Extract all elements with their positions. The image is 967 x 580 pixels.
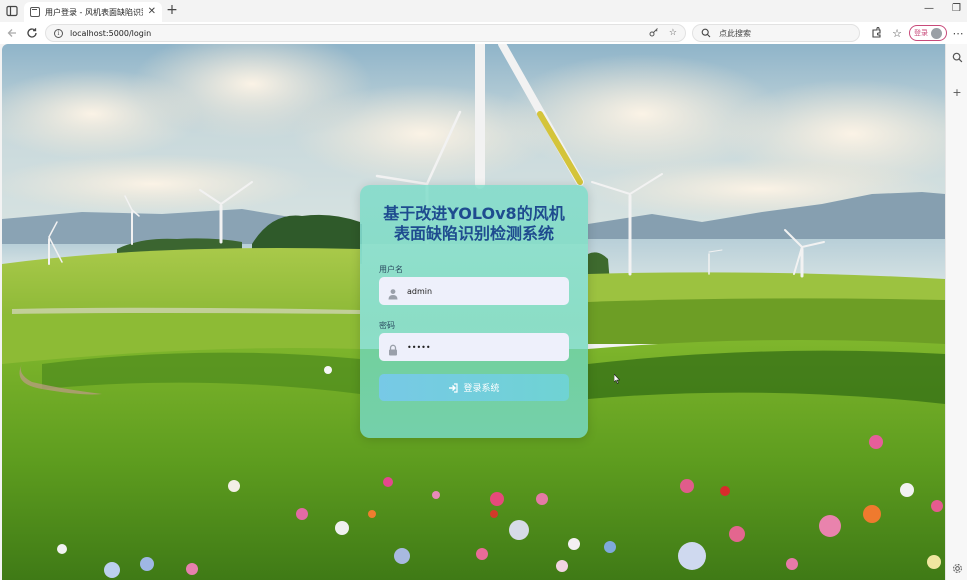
mouse-cursor-icon xyxy=(614,374,620,384)
minimize-icon[interactable]: — xyxy=(924,3,934,14)
window-controls: — ❐ xyxy=(924,3,961,14)
key-icon[interactable] xyxy=(649,27,659,40)
search-box[interactable]: 点此搜索 xyxy=(692,24,860,42)
username-value: admin xyxy=(407,286,433,296)
page-favicon-icon xyxy=(30,7,40,17)
profile-login-button[interactable]: 登录 xyxy=(909,25,947,41)
sidebar-add-icon[interactable]: + xyxy=(949,84,965,100)
extensions-icon[interactable] xyxy=(868,25,884,41)
page-viewport: 基于改进YOLOv8的风机 表面缺陷识别检测系统 用户名 admin 密码 ••… xyxy=(2,44,945,580)
login-title-line2: 表面缺陷识别检测系统 xyxy=(393,224,554,243)
password-value: ••••• xyxy=(407,342,431,352)
login-card: 基于改进YOLOv8的风机 表面缺陷识别检测系统 用户名 admin 密码 ••… xyxy=(360,185,588,438)
more-menu-icon[interactable]: ⋯ xyxy=(950,25,966,41)
username-label: 用户名 xyxy=(379,265,403,274)
new-tab-icon[interactable]: + xyxy=(165,3,179,17)
sign-in-icon xyxy=(448,378,459,397)
tab-strip: 用户登录 - 风机表面缺陷识别检测系统 ✕ + — ❐ xyxy=(0,0,967,22)
profile-login-label: 登录 xyxy=(914,29,928,37)
browser-tab[interactable]: 用户登录 - 风机表面缺陷识别检测系统 ✕ xyxy=(24,2,162,22)
refresh-icon[interactable] xyxy=(24,25,40,41)
favorite-star-icon[interactable]: ☆ xyxy=(669,28,677,38)
sidebar-search-icon[interactable] xyxy=(949,49,965,65)
avatar xyxy=(931,27,942,39)
address-bar[interactable]: i localhost:5000/login ☆ xyxy=(45,24,686,42)
login-submit-label: 登录系统 xyxy=(463,384,500,394)
address-url: localhost:5000/login xyxy=(70,28,152,38)
password-label: 密码 xyxy=(379,321,395,330)
login-submit-button[interactable]: 登录系统 xyxy=(379,374,569,401)
search-placeholder: 点此搜索 xyxy=(719,28,751,38)
restore-icon[interactable]: ❐ xyxy=(952,3,961,14)
username-input[interactable]: admin xyxy=(379,277,569,305)
lock-icon xyxy=(387,341,399,356)
search-icon xyxy=(701,28,711,38)
navigation-bar: i localhost:5000/login ☆ 点此搜索 ☆ 登录 ⋯ xyxy=(0,22,967,44)
browser-sidebar: + xyxy=(945,44,967,580)
login-title-line1: 基于改进YOLOv8的风机 xyxy=(383,204,565,223)
password-input[interactable]: ••••• xyxy=(379,333,569,361)
tab-actions-icon[interactable] xyxy=(4,3,20,19)
site-info-icon[interactable]: i xyxy=(54,28,63,38)
tab-close-icon[interactable]: ✕ xyxy=(148,7,156,17)
favorites-icon[interactable]: ☆ xyxy=(889,25,905,41)
tab-title: 用户登录 - 风机表面缺陷识别检测系统 xyxy=(45,7,143,17)
back-icon[interactable] xyxy=(4,25,20,41)
login-title: 基于改进YOLOv8的风机 表面缺陷识别检测系统 xyxy=(370,204,578,244)
user-icon xyxy=(387,285,399,300)
sidebar-settings-icon[interactable] xyxy=(949,560,965,576)
